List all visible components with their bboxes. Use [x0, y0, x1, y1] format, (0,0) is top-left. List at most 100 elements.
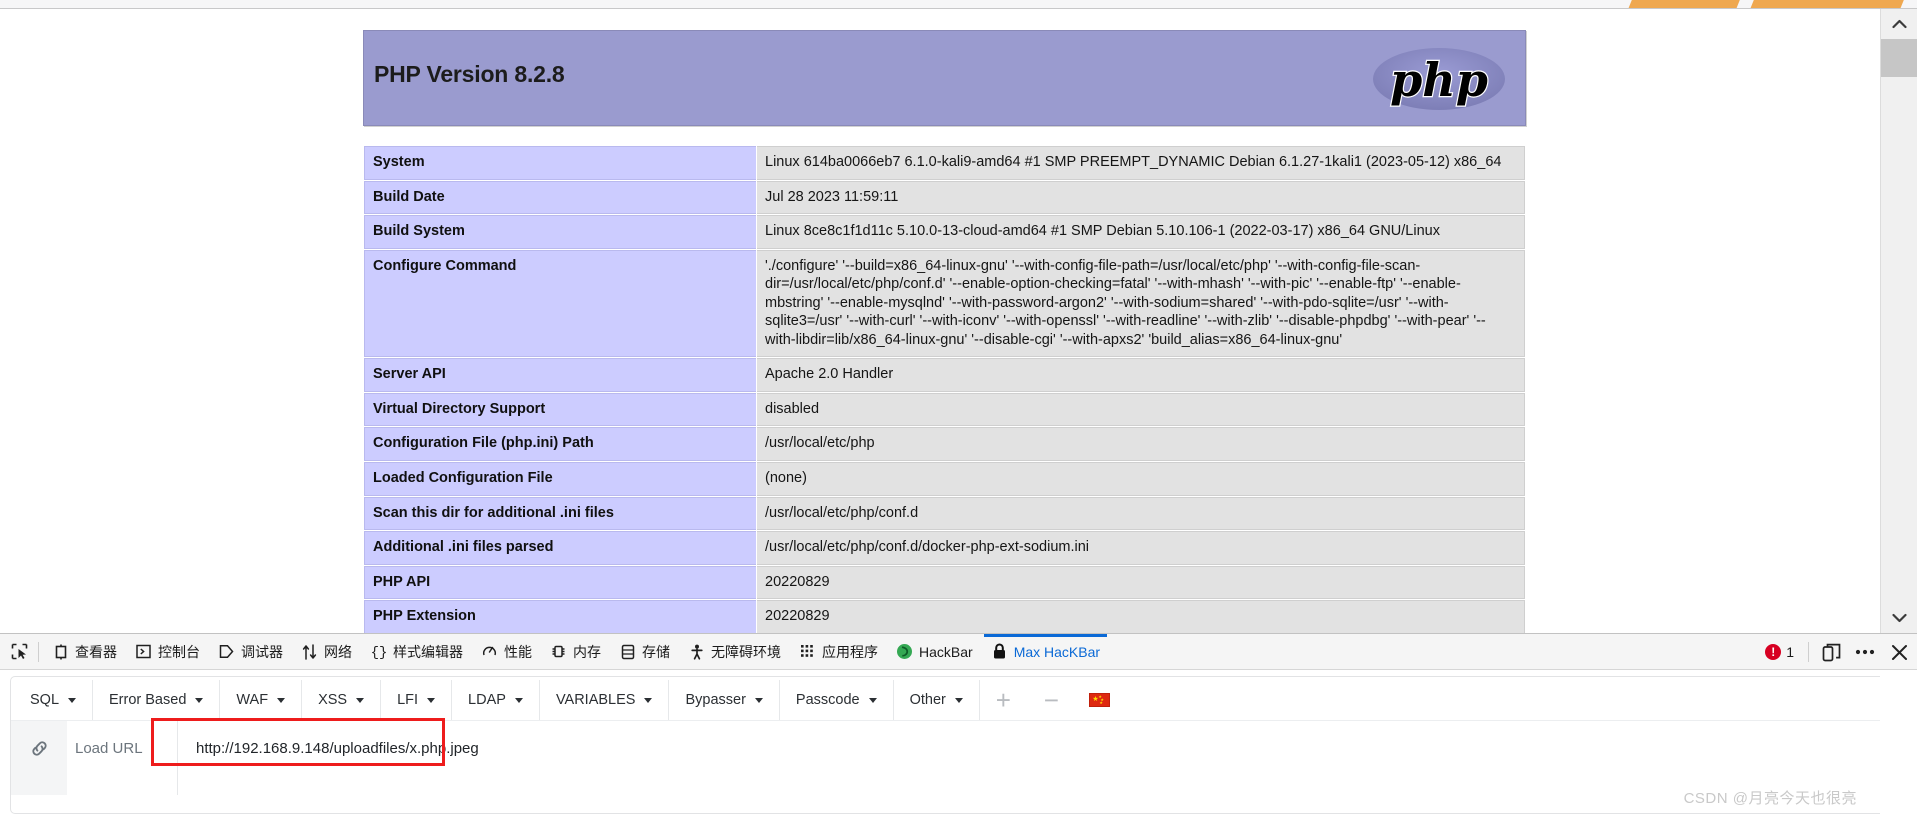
hackbar-button-row: SQL Error Based WAF XSS LFI LDAP VARIABL…: [11, 677, 1906, 721]
tab-label: 网络: [324, 643, 352, 660]
hackbar-btn-error-based[interactable]: Error Based: [93, 680, 221, 720]
tab-label: HackBar: [919, 643, 973, 660]
page-scrollbar[interactable]: [1880, 9, 1917, 633]
table-row: PHP Extension 20220829: [364, 600, 1525, 633]
scroll-down-icon[interactable]: [1881, 603, 1917, 633]
hackbar-btn-bypasser[interactable]: Bypasser: [669, 680, 780, 720]
devtools-panel: 查看器 控制台 调试器 网络 {} 样式编辑器 性能 内存 存储 无障碍环境 应…: [0, 633, 1917, 814]
dock-layout-icon[interactable]: [1815, 638, 1847, 666]
devtools-tab-memory[interactable]: 内存: [541, 634, 610, 670]
hackbar-btn-xss[interactable]: XSS: [302, 680, 382, 720]
tab-label: 控制台: [158, 643, 200, 660]
tab-label: 性能: [504, 643, 532, 660]
row-key: Server API: [364, 358, 756, 392]
btn-label: Passcode: [795, 692, 860, 708]
row-key: Additional .ini files parsed: [364, 531, 756, 565]
devtools-tab-hackbar[interactable]: HackBar: [887, 634, 982, 670]
hackbar-btn-sql[interactable]: SQL: [14, 680, 94, 720]
btn-label: VARIABLES: [555, 692, 636, 708]
btn-label: LFI: [397, 692, 419, 708]
hackbar-btn-lfi[interactable]: LFI: [381, 680, 453, 720]
flag-graphic: ★ ★ ★ ★: [1089, 693, 1111, 707]
row-value: (none): [757, 462, 1525, 496]
devtools-tab-performance[interactable]: 性能: [472, 634, 541, 670]
chevron-down-icon: [868, 697, 877, 703]
table-row: Configure Command './configure' '--build…: [364, 249, 1525, 358]
row-value: disabled: [757, 392, 1525, 427]
error-count-badge[interactable]: ! 1: [1757, 644, 1802, 660]
devtools-tab-style-editor[interactable]: {} 样式编辑器: [361, 634, 472, 670]
browser-viewport: PHP Version 8.2.8 php System Linux 614ba…: [0, 9, 1917, 633]
table-row: Server API Apache 2.0 Handler: [364, 358, 1525, 392]
table-row: Loaded Configuration File (none): [364, 462, 1525, 496]
row-value: Linux 8ce8c1f1d11c 5.10.0-13-cloud-amd64…: [757, 215, 1525, 249]
storage-icon: [619, 643, 636, 660]
btn-label: LDAP: [468, 692, 506, 708]
tab-label: 存储: [642, 643, 670, 660]
load-url-row: Load URL http://192.168.9.148/uploadfile…: [11, 718, 1906, 775]
devtools-tab-console[interactable]: 控制台: [126, 634, 209, 670]
close-icon[interactable]: [1883, 638, 1915, 666]
chevron-down-icon: [356, 697, 365, 703]
hackbar-scroll-gap: [1880, 670, 1917, 814]
flag-star-small-3: ★: [1099, 700, 1103, 705]
devtools-tab-debugger[interactable]: 调试器: [209, 634, 292, 670]
chevron-down-icon: [277, 697, 286, 703]
hackbar-btn-variables[interactable]: VARIABLES: [539, 680, 670, 720]
devtools-tab-max-hackbar[interactable]: Max HacKBar: [982, 633, 1109, 670]
hackbar-btn-passcode[interactable]: Passcode: [779, 680, 894, 720]
scroll-up-icon[interactable]: [1881, 9, 1917, 39]
split-icon[interactable]: [11, 775, 67, 795]
svg-text:{}: {}: [371, 645, 387, 659]
btn-label: Other: [909, 692, 946, 708]
row-value: 20220829: [757, 600, 1525, 633]
split-url-row: Split URL: [11, 775, 1906, 795]
scrollbar-thumb[interactable]: [1881, 39, 1917, 77]
china-flag-icon[interactable]: ★ ★ ★ ★: [1076, 680, 1124, 720]
remove-button[interactable]: −: [1027, 680, 1076, 720]
link-icon[interactable]: [11, 721, 67, 775]
browser-tab-partial-1[interactable]: [1628, 0, 1740, 8]
console-icon: [135, 643, 152, 660]
split-url-label: Split URL: [67, 775, 177, 796]
toolbar-divider: [38, 641, 39, 662]
row-key: PHP Extension: [364, 600, 756, 633]
devtools-tab-inspector[interactable]: 查看器: [43, 634, 126, 670]
btn-label: Error Based: [109, 692, 187, 708]
hackbar-btn-ldap[interactable]: LDAP: [452, 680, 540, 720]
tab-label: 调试器: [241, 643, 283, 660]
network-icon: [301, 643, 318, 660]
more-options-icon[interactable]: [1849, 638, 1881, 666]
tab-label: 内存: [573, 643, 601, 660]
table-row: PHP API 20220829: [364, 565, 1525, 600]
row-value: /usr/local/etc/php: [757, 427, 1525, 462]
chevron-down-icon: [195, 697, 204, 703]
browser-tab-partial-2[interactable]: [1750, 0, 1904, 8]
hackbar-btn-other[interactable]: Other: [893, 680, 980, 720]
table-row: Scan this dir for additional .ini files …: [364, 496, 1525, 531]
chevron-down-icon: [644, 697, 653, 703]
devtools-tab-accessibility[interactable]: 无障碍环境: [679, 634, 790, 670]
btn-label: Bypasser: [685, 692, 746, 708]
table-row: Additional .ini files parsed /usr/local/…: [364, 531, 1525, 565]
chevron-down-icon: [754, 697, 763, 703]
devtools-tab-network[interactable]: 网络: [292, 634, 361, 670]
table-row: System Linux 614ba0066eb7 6.1.0-kali9-am…: [364, 146, 1525, 180]
table-row: Configuration File (php.ini) Path /usr/l…: [364, 427, 1525, 462]
split-url-input[interactable]: [177, 775, 1906, 795]
screen-root: PHP Version 8.2.8 php System Linux 614ba…: [0, 0, 1917, 814]
devtools-toolbar: 查看器 控制台 调试器 网络 {} 样式编辑器 性能 内存 存储 无障碍环境 应…: [0, 633, 1917, 670]
table-row: Build System Linux 8ce8c1f1d11c 5.10.0-1…: [364, 215, 1525, 249]
devtools-tab-storage[interactable]: 存储: [610, 634, 679, 670]
row-value: 20220829: [757, 565, 1525, 600]
row-key: Build Date: [364, 180, 756, 215]
load-url-input[interactable]: http://192.168.9.148/uploadfiles/x.php.j…: [177, 721, 1906, 775]
element-picker-icon[interactable]: [4, 639, 34, 665]
devtools-tab-application[interactable]: 应用程序: [790, 634, 887, 670]
btn-label: XSS: [318, 692, 348, 708]
add-button[interactable]: +: [979, 680, 1028, 720]
browser-tabstrip: [0, 0, 1917, 9]
application-icon: [799, 643, 816, 660]
hackbar-btn-waf[interactable]: WAF: [220, 680, 303, 720]
row-key: Scan this dir for additional .ini files: [364, 496, 756, 531]
